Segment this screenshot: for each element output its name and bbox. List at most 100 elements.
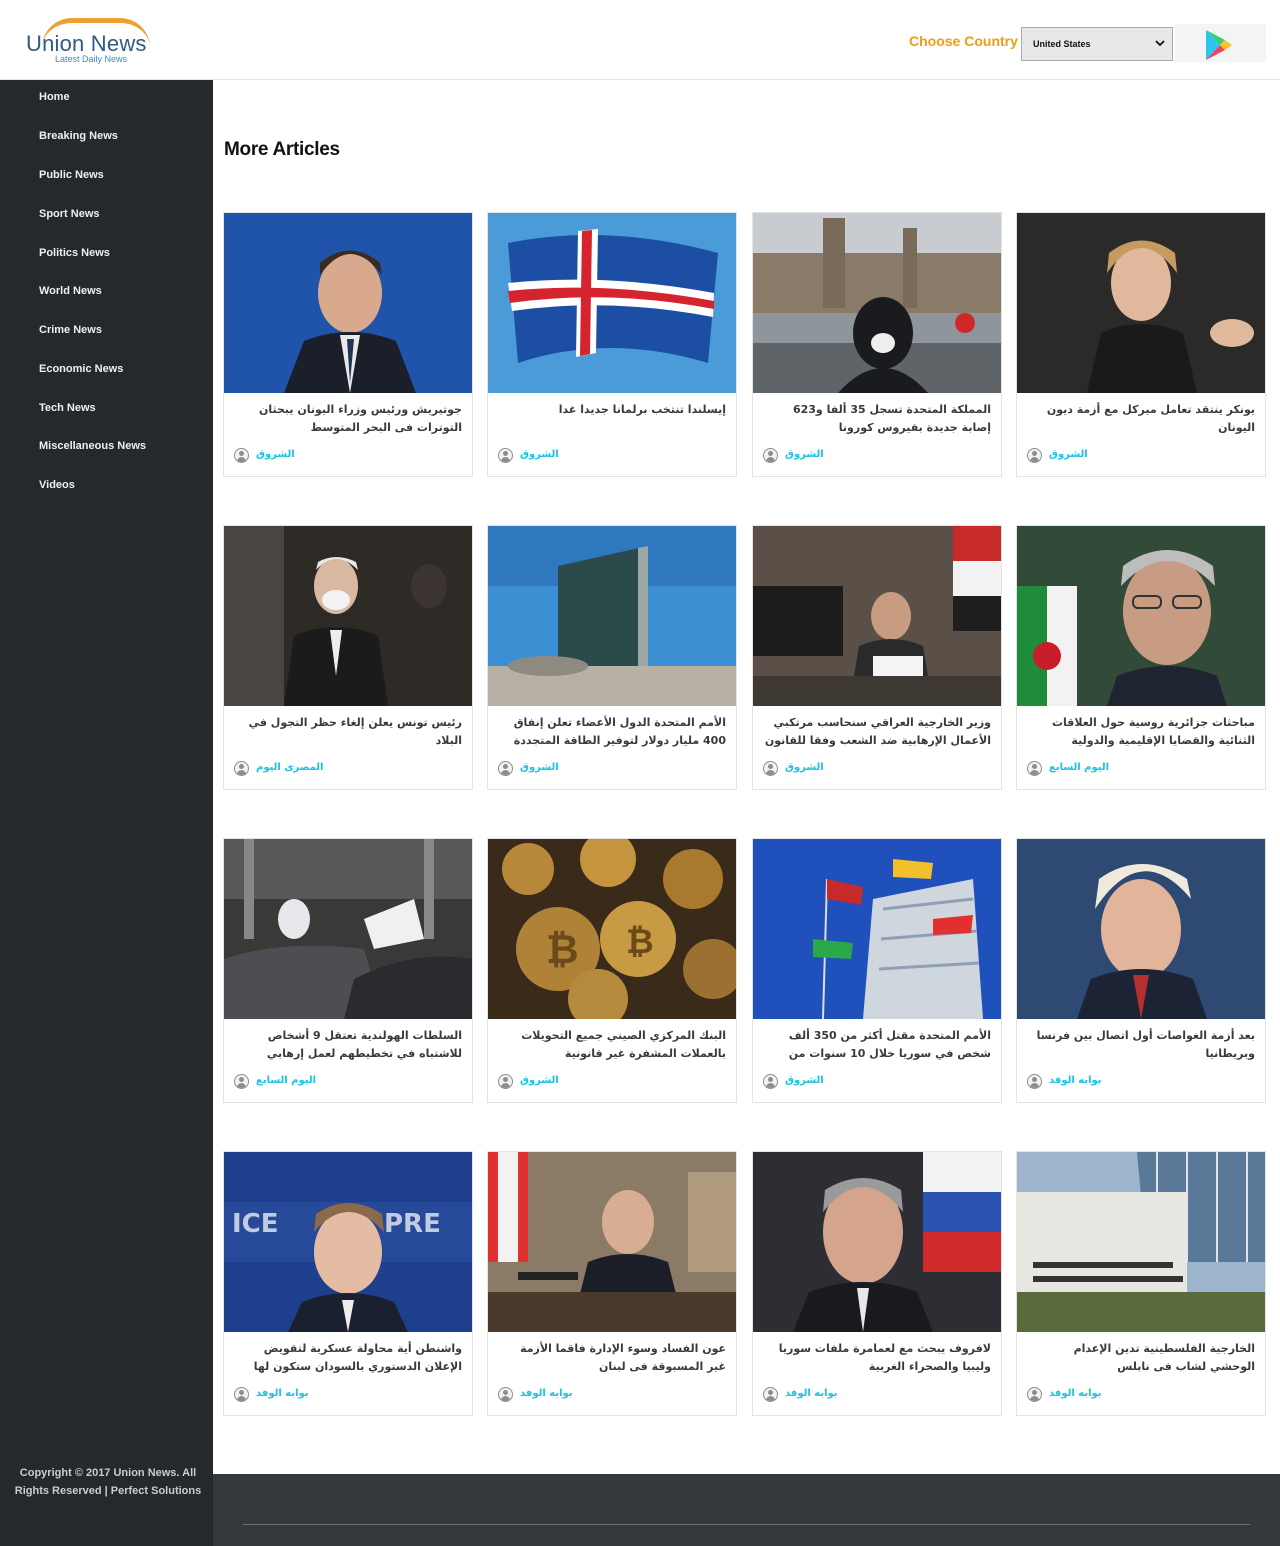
article-image[interactable]: ICE PRE xyxy=(224,1152,472,1332)
article-card[interactable]: عون الفساد وسوء الإدارة فاقما الأزمة غير… xyxy=(487,1151,737,1416)
article-source[interactable]: بوابه الوفد xyxy=(763,1386,923,1404)
article-source[interactable]: الشروق xyxy=(763,447,923,465)
source-name[interactable]: بوابه الوفد xyxy=(1049,1388,1102,1399)
article-source[interactable]: بوابه الوفد xyxy=(498,1386,658,1404)
article-source[interactable]: الشروق xyxy=(763,760,923,778)
source-name[interactable]: الشروق xyxy=(785,762,824,773)
sidebar-item-crime-news[interactable]: Crime News xyxy=(39,324,102,336)
source-name[interactable]: الشروق xyxy=(1049,449,1088,460)
sidebar-item-public-news[interactable]: Public News xyxy=(39,169,104,181)
article-image[interactable] xyxy=(1017,526,1265,706)
sidebar-item-miscellaneous-news[interactable]: Miscellaneous News xyxy=(39,440,146,452)
svg-text:ICE: ICE xyxy=(232,1209,279,1239)
source-name[interactable]: بوابه الوفد xyxy=(1049,1075,1102,1086)
article-card[interactable]: ICE PRE واشنطن أية محاولة عسكرية لتقويض … xyxy=(223,1151,473,1416)
article-source[interactable]: المصرى اليوم xyxy=(234,760,394,778)
article-title[interactable]: عون الفساد وسوء الإدارة فاقما الأزمة غير… xyxy=(498,1340,726,1378)
article-card[interactable]: بعد أزمة الغواصات أول اتصال بين فرنسا وب… xyxy=(1016,838,1266,1103)
sidebar-item-economic-news[interactable]: Economic News xyxy=(39,363,123,375)
sidebar-item-politics-news[interactable]: Politics News xyxy=(39,247,110,259)
article-image[interactable] xyxy=(224,839,472,1019)
sidebar-item-home[interactable]: Home xyxy=(39,91,70,103)
sidebar-item-breaking-news[interactable]: Breaking News xyxy=(39,130,118,142)
sidebar-item-videos[interactable]: Videos xyxy=(39,479,75,491)
article-image[interactable] xyxy=(1017,839,1265,1019)
user-avatar-icon xyxy=(763,761,778,776)
article-image[interactable] xyxy=(488,213,736,393)
source-name[interactable]: اليوم السابع xyxy=(256,1075,316,1086)
article-source[interactable]: اليوم السابع xyxy=(1027,760,1187,778)
article-title[interactable]: إيسلندا تنتخب برلمانا جديدا غدا xyxy=(498,401,726,439)
article-title[interactable]: رئيس تونس يعلن إلغاء حظر التجول في البلا… xyxy=(234,714,462,752)
country-select[interactable]: United States xyxy=(1021,27,1173,61)
source-name[interactable]: بوابه الوفد xyxy=(520,1388,573,1399)
article-title[interactable]: واشنطن أية محاولة عسكرية لتقويض الإعلان … xyxy=(234,1340,462,1378)
article-source[interactable]: الشروق xyxy=(498,447,658,465)
article-image[interactable] xyxy=(753,213,1001,393)
article-title[interactable]: المملكة المتحدة تسجل 35 ألفا و623 إصابة … xyxy=(763,401,991,439)
article-image[interactable] xyxy=(224,526,472,706)
source-name[interactable]: الشروق xyxy=(520,762,559,773)
source-name[interactable]: الشروق xyxy=(785,1075,824,1086)
article-card[interactable]: جوتيريش ورئيس وزراء اليونان يبحثان التوت… xyxy=(223,212,473,477)
article-card[interactable]: الأمم المتحدة مقتل أكثر من 350 ألف شخص ف… xyxy=(752,838,1002,1103)
sidebar-item-sport-news[interactable]: Sport News xyxy=(39,208,100,220)
article-source[interactable]: الشروق xyxy=(498,760,658,778)
article-card[interactable]: لافروف يبحث مع لعمامرة ملفات سوريا وليبي… xyxy=(752,1151,1002,1416)
article-source[interactable]: الشروق xyxy=(234,447,394,465)
footer-band xyxy=(213,1474,1280,1546)
article-image[interactable] xyxy=(753,526,1001,706)
article-card[interactable]: الخارجية الفلسطينية تدين الإعدام الوحشي … xyxy=(1016,1151,1266,1416)
user-avatar-icon xyxy=(234,761,249,776)
article-source[interactable]: بوابه الوفد xyxy=(1027,1073,1187,1091)
article-source[interactable]: الشروق xyxy=(1027,447,1187,465)
article-source[interactable]: بوابه الوفد xyxy=(234,1386,394,1404)
article-title[interactable]: الخارجية الفلسطينية تدين الإعدام الوحشي … xyxy=(1027,1340,1255,1378)
article-source[interactable]: بوابه الوفد xyxy=(1027,1386,1187,1404)
source-name[interactable]: بوابه الوفد xyxy=(785,1388,838,1399)
article-image[interactable] xyxy=(1017,213,1265,393)
site-logo[interactable]: Union News Latest Daily News xyxy=(24,16,174,68)
article-title[interactable]: يونكر ينتقد تعامل ميركل مع أزمة ديون الي… xyxy=(1027,401,1255,439)
source-name[interactable]: الشروق xyxy=(785,449,824,460)
article-image[interactable] xyxy=(753,1152,1001,1332)
article-title[interactable]: السلطات الهولندية تعتقل 9 أشخاص للاشتباه… xyxy=(234,1027,462,1065)
google-play-button[interactable] xyxy=(1175,24,1266,62)
article-title[interactable]: لافروف يبحث مع لعمامرة ملفات سوريا وليبي… xyxy=(763,1340,991,1378)
article-source[interactable]: الشروق xyxy=(763,1073,923,1091)
article-title[interactable]: مباحثات جزائرية روسية حول العلاقات الثنا… xyxy=(1027,714,1255,752)
article-image[interactable] xyxy=(488,526,736,706)
article-card[interactable]: مباحثات جزائرية روسية حول العلاقات الثنا… xyxy=(1016,525,1266,790)
article-card[interactable]: رئيس تونس يعلن إلغاء حظر التجول في البلا… xyxy=(223,525,473,790)
article-image[interactable] xyxy=(488,1152,736,1332)
article-source[interactable]: الشروق xyxy=(498,1073,658,1091)
article-source[interactable]: اليوم السابع xyxy=(234,1073,394,1091)
article-title[interactable]: جوتيريش ورئيس وزراء اليونان يبحثان التوت… xyxy=(234,401,462,439)
article-card[interactable]: وزير الخارجية العراقي سنحاسب مرتكبي الأع… xyxy=(752,525,1002,790)
user-avatar-icon xyxy=(498,1074,513,1089)
source-name[interactable]: المصرى اليوم xyxy=(256,762,323,773)
source-name[interactable]: بوابه الوفد xyxy=(256,1388,309,1399)
user-avatar-icon xyxy=(234,1387,249,1402)
article-title[interactable]: الأمم المتحدة الدول الأعضاء تعلن إنفاق 4… xyxy=(498,714,726,752)
article-title[interactable]: وزير الخارجية العراقي سنحاسب مرتكبي الأع… xyxy=(763,714,991,752)
article-image[interactable] xyxy=(1017,1152,1265,1332)
article-title[interactable]: بعد أزمة الغواصات أول اتصال بين فرنسا وب… xyxy=(1027,1027,1255,1065)
sidebar-item-world-news[interactable]: World News xyxy=(39,285,102,297)
sidebar-item-tech-news[interactable]: Tech News xyxy=(39,402,96,414)
article-card[interactable]: السلطات الهولندية تعتقل 9 أشخاص للاشتباه… xyxy=(223,838,473,1103)
source-name[interactable]: الشروق xyxy=(520,449,559,460)
source-name[interactable]: الشروق xyxy=(256,449,295,460)
article-image[interactable]: ₿ ₿ xyxy=(488,839,736,1019)
article-card[interactable]: يونكر ينتقد تعامل ميركل مع أزمة ديون الي… xyxy=(1016,212,1266,477)
article-title[interactable]: البنك المركزي الصيني جميع التحويلات بالع… xyxy=(498,1027,726,1065)
article-image[interactable] xyxy=(224,213,472,393)
article-card[interactable]: الأمم المتحدة الدول الأعضاء تعلن إنفاق 4… xyxy=(487,525,737,790)
article-image[interactable] xyxy=(753,839,1001,1019)
article-card[interactable]: إيسلندا تنتخب برلمانا جديدا غدا الشروق xyxy=(487,212,737,477)
source-name[interactable]: الشروق xyxy=(520,1075,559,1086)
article-card[interactable]: ₿ ₿ البنك المركزي الصيني جميع التحويلات … xyxy=(487,838,737,1103)
source-name[interactable]: اليوم السابع xyxy=(1049,762,1109,773)
article-card[interactable]: المملكة المتحدة تسجل 35 ألفا و623 إصابة … xyxy=(752,212,1002,477)
article-title[interactable]: الأمم المتحدة مقتل أكثر من 350 ألف شخص ف… xyxy=(763,1027,991,1065)
